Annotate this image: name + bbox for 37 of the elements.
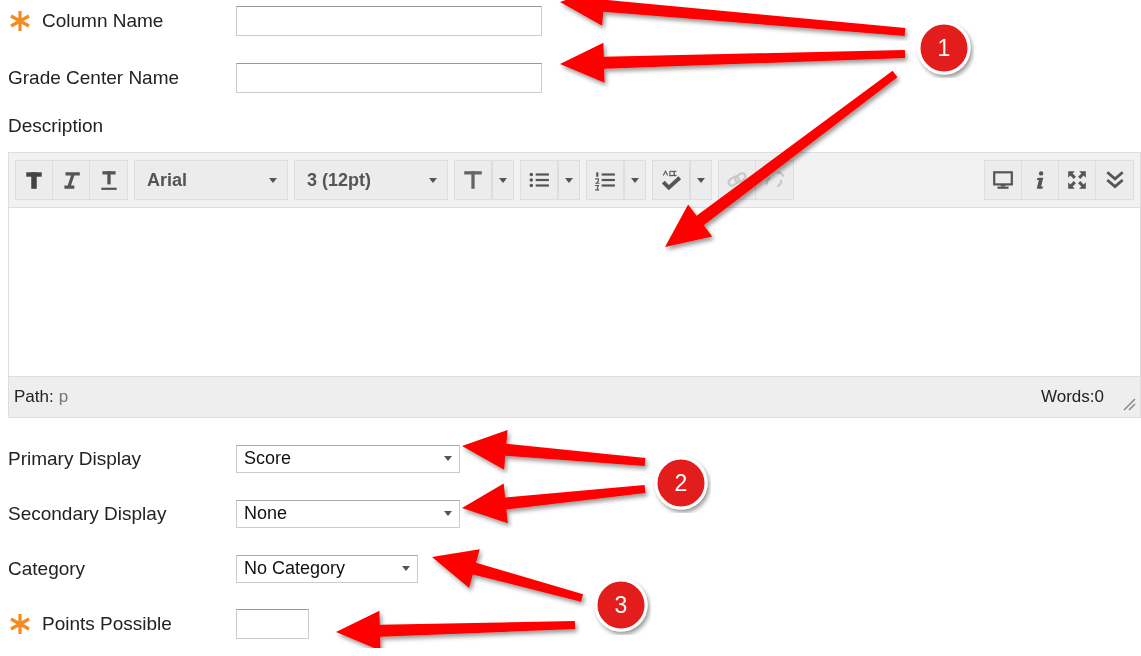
- font-dropdown[interactable]: Arial: [134, 160, 288, 200]
- dropdown[interactable]: Score: [236, 444, 460, 473]
- input-field[interactable]: [236, 5, 542, 36]
- field-label: Category: [8, 557, 86, 580]
- field-label: Secondary Display: [8, 502, 167, 525]
- text-color-icon: [462, 169, 484, 191]
- font-size-dropdown[interactable]: 3 (12pt): [294, 160, 448, 200]
- field-label: Points Possible: [42, 612, 172, 635]
- callout-badge: 1: [917, 21, 971, 75]
- bold-icon: [23, 169, 45, 191]
- caret-icon: [565, 177, 573, 183]
- monitor-icon: [992, 169, 1014, 191]
- caret-icon: [697, 177, 705, 183]
- dropdown[interactable]: None: [236, 499, 460, 528]
- field-label: Column Name: [42, 9, 164, 32]
- caret-icon: [631, 177, 639, 183]
- field-label: Primary Display: [8, 447, 142, 470]
- callout-badge: 2: [654, 456, 708, 510]
- field-label: Grade Center Name: [8, 66, 180, 89]
- caret-icon: [444, 511, 452, 516]
- numbered-list-icon: [594, 169, 616, 191]
- dropdown[interactable]: No Category: [236, 554, 418, 583]
- path-label: Path:: [14, 387, 54, 407]
- resize-grip-icon: [1122, 397, 1136, 411]
- caret-icon: [269, 177, 277, 183]
- caret-icon: [402, 566, 410, 571]
- callout-badge: 3: [594, 578, 648, 632]
- input-field[interactable]: [236, 608, 309, 639]
- caret-icon: [499, 177, 507, 183]
- path-value: p: [58, 387, 69, 407]
- checkmark-icon: [660, 169, 682, 191]
- caret-icon: [444, 456, 452, 461]
- word-count: Words:0: [1041, 387, 1104, 407]
- field-label: Description: [8, 115, 104, 137]
- caret-icon: [429, 177, 437, 183]
- input-field[interactable]: [236, 62, 542, 93]
- fullscreen-icon: [1066, 169, 1088, 191]
